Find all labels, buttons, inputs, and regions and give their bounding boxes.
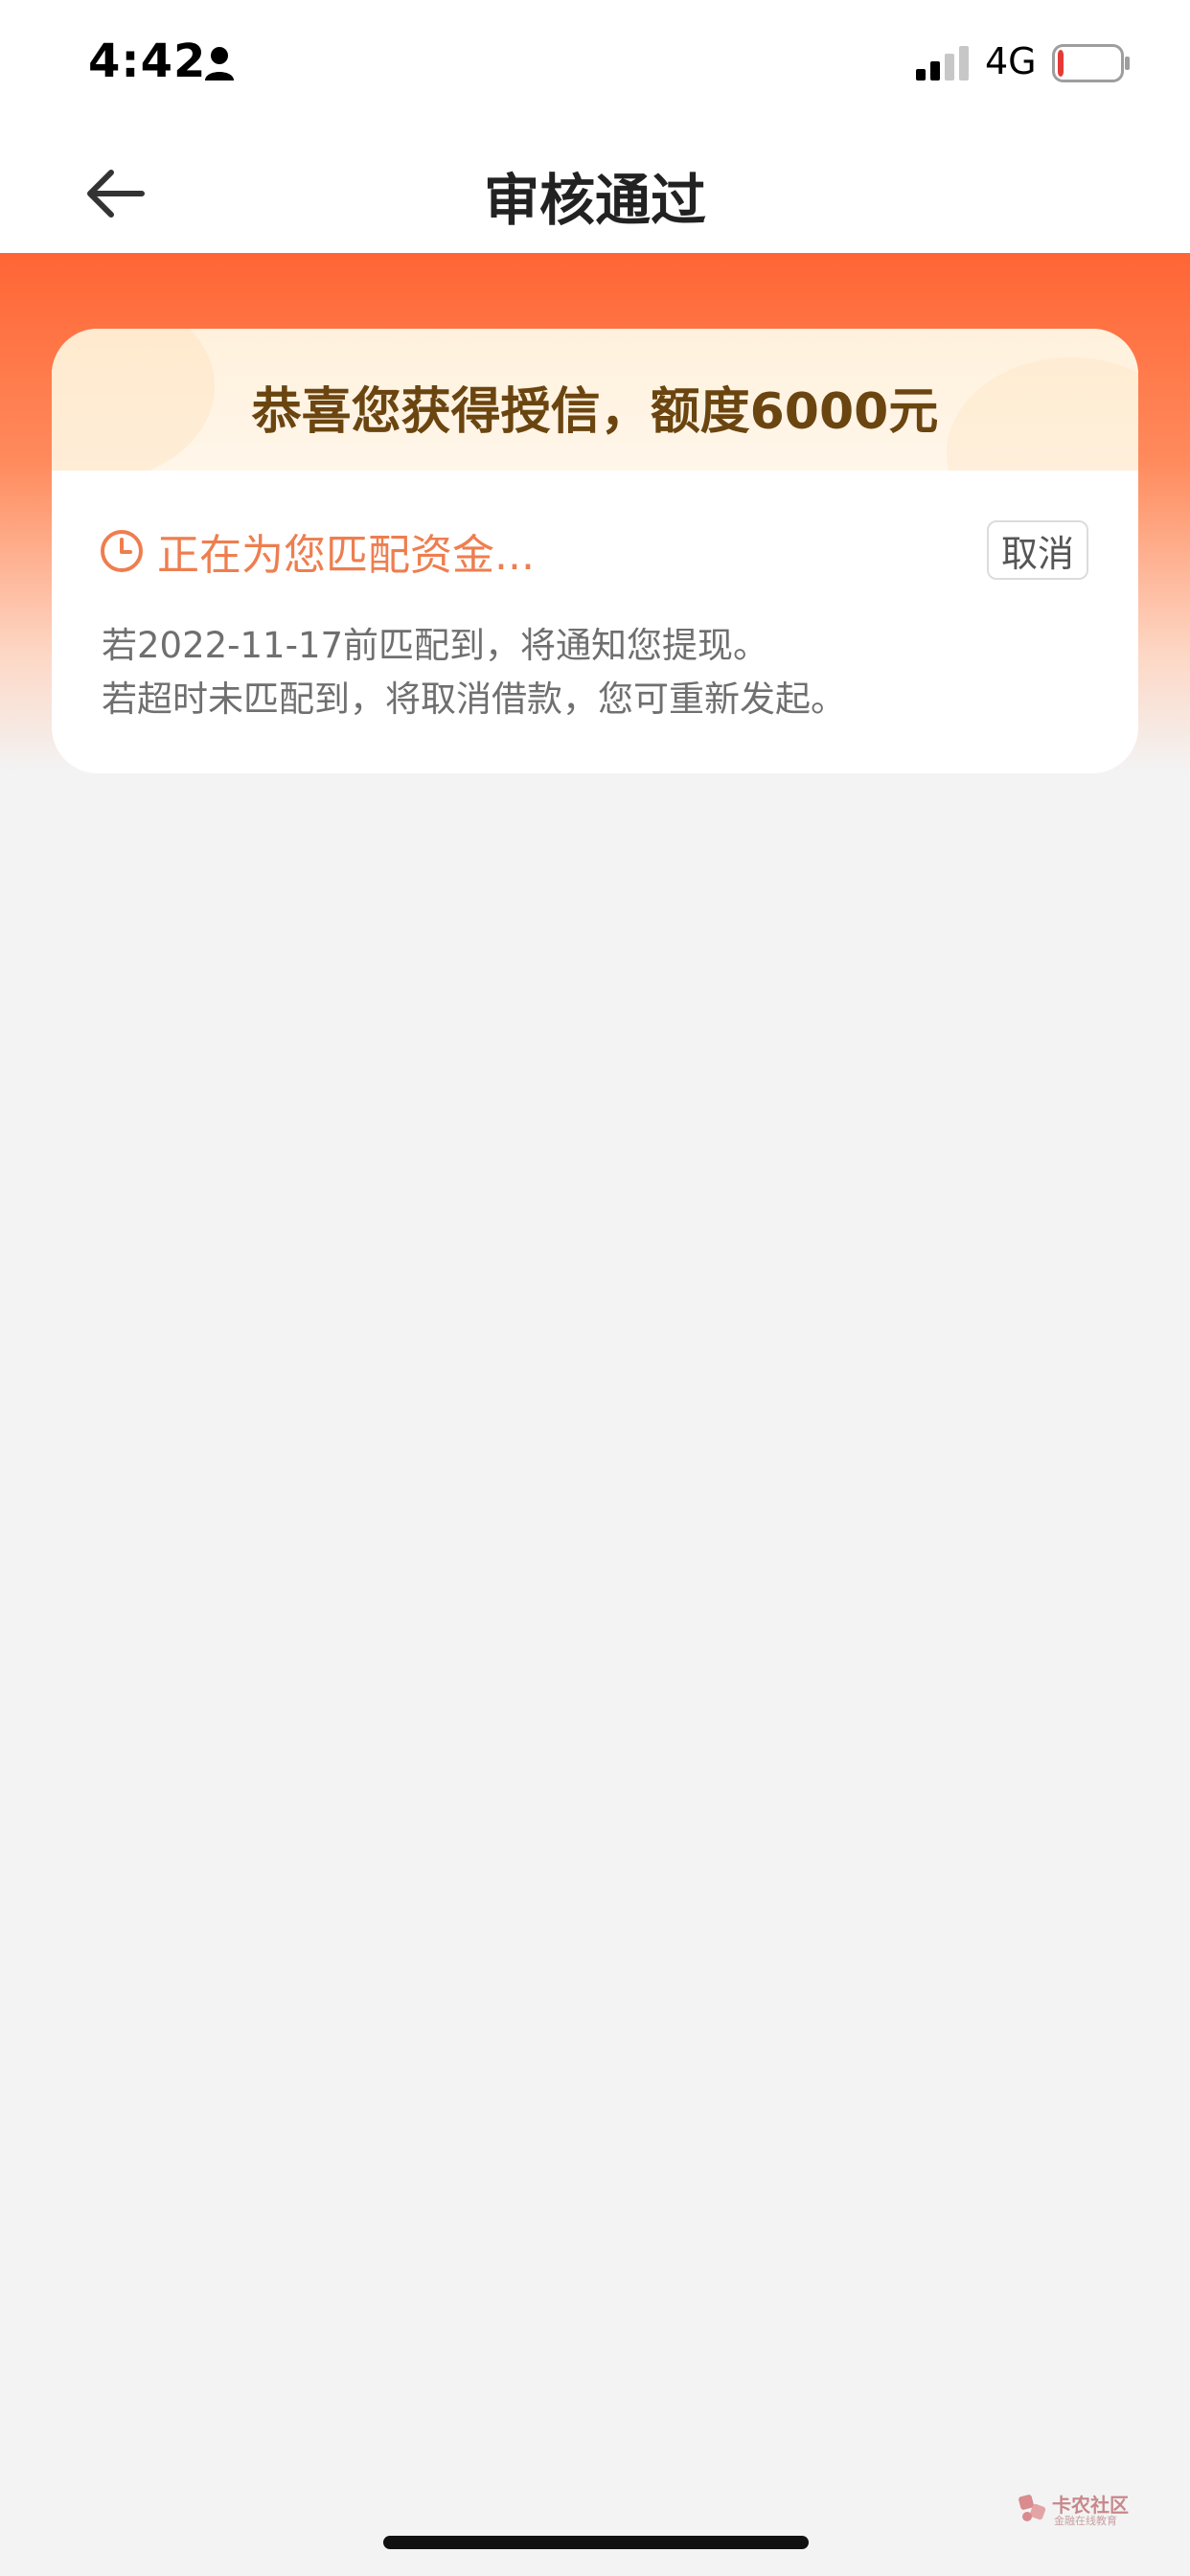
status-time: 4:42: [88, 34, 207, 88]
clock-icon: [101, 530, 143, 572]
nav-bar: 审核通过: [0, 126, 1190, 253]
network-label: 4G: [985, 40, 1037, 82]
battery-fill: [1058, 50, 1064, 77]
battery-icon: [1052, 44, 1130, 82]
watermark: 卡农社区 金融在线教育: [1018, 2490, 1142, 2528]
watermark-subtitle: 金融在线教育: [1054, 2515, 1117, 2527]
card-header: 恭喜您获得授信，额度6000元: [52, 329, 1138, 471]
watermark-logo-icon: [1018, 2495, 1046, 2521]
home-indicator[interactable]: [383, 2536, 809, 2549]
matching-text: 正在为您匹配资金...: [157, 531, 535, 580]
credit-limit-text: 恭喜您获得授信，额度6000元: [251, 383, 939, 441]
notice-line-1: 若2022-11-17前匹配到，将通知您提现。: [102, 625, 769, 666]
page-title: 审核通过: [483, 168, 706, 233]
notice-line-2: 若超时未匹配到，将取消借款，您可重新发起。: [102, 678, 846, 720]
cancel-button[interactable]: 取消: [987, 520, 1088, 580]
matching-status: 正在为您匹配资金...: [100, 520, 535, 582]
signal-icon: [916, 46, 969, 80]
status-bar: 4:42 4G: [0, 0, 1190, 126]
credit-card: 恭喜您获得授信，额度6000元 正在为您匹配资金... 取消 若2022-11-…: [52, 329, 1138, 773]
person-icon: [205, 47, 234, 80]
